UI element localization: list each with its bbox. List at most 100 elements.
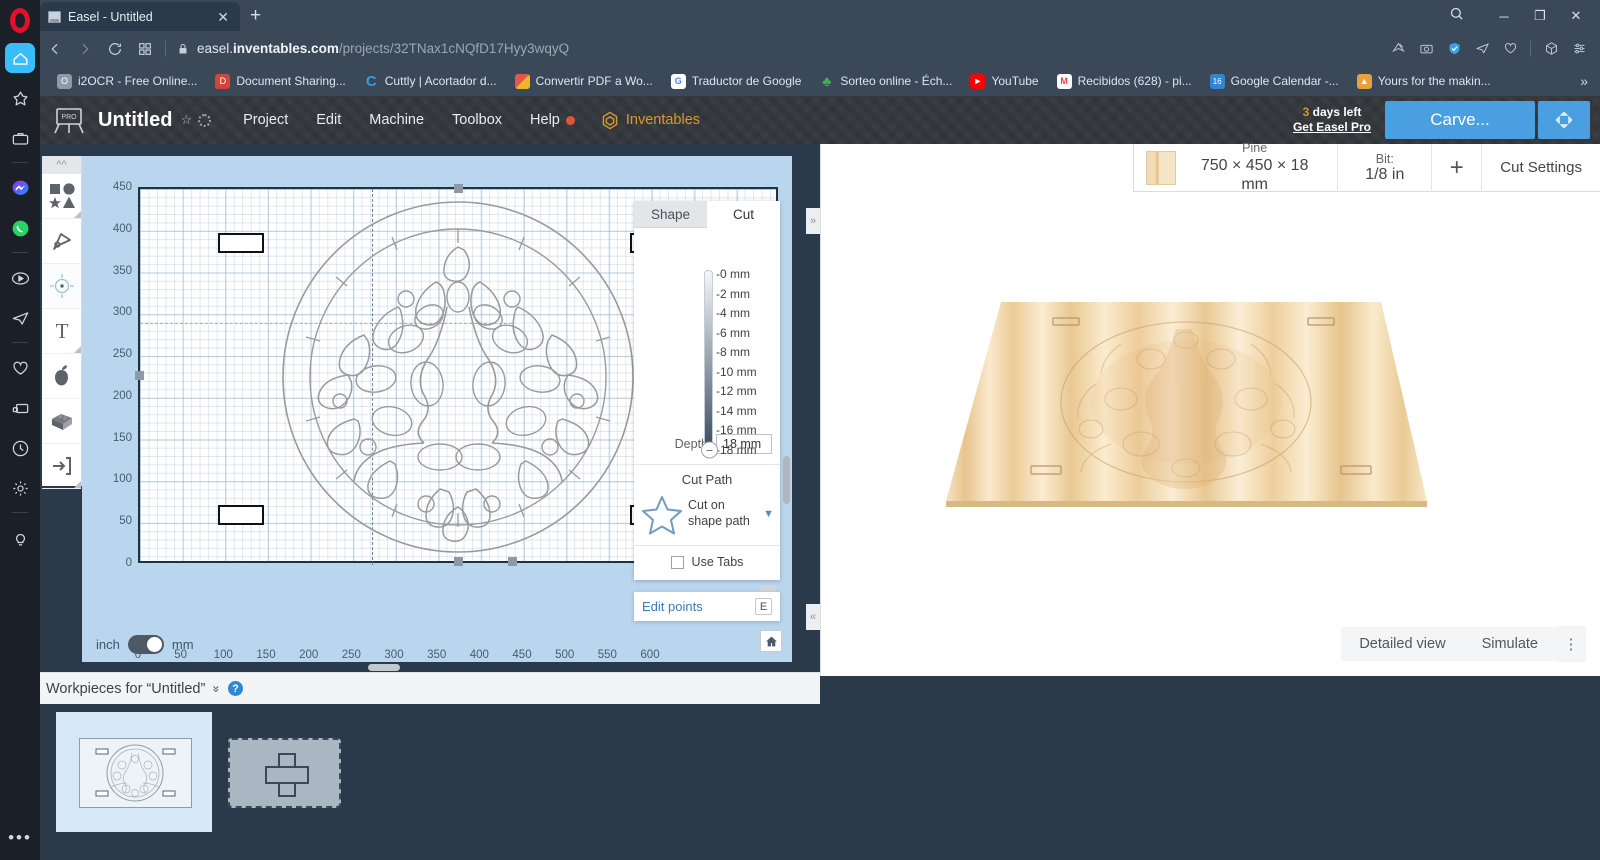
sidebar-cast-icon[interactable] <box>5 393 35 423</box>
get-easel-pro-link[interactable]: Get Easel Pro <box>1293 120 1371 135</box>
heart-icon[interactable] <box>1497 36 1523 62</box>
cut-path-selector[interactable]: Cut on shape path ▼ <box>634 491 780 545</box>
sidebar-home-icon[interactable] <box>5 43 35 73</box>
tab-shape[interactable]: Shape <box>634 201 707 228</box>
text-tool[interactable]: T <box>42 309 81 354</box>
snapshot-icon[interactable] <box>1385 36 1411 62</box>
sidebar-more-button[interactable]: ••• <box>8 829 32 846</box>
sidebar-tips-icon[interactable] <box>5 523 35 553</box>
extensions-cube-icon[interactable] <box>1538 36 1564 62</box>
bookmark-item[interactable]: Oi2OCR - Free Online... <box>48 69 206 93</box>
vpn-shield-icon[interactable] <box>1441 36 1467 62</box>
menu-machine[interactable]: Machine <box>355 112 438 128</box>
bookmark-item[interactable]: ♣ Sorteo online - Éch... <box>810 69 961 93</box>
bookmark-item[interactable]: M Recibidos (628) - pi... <box>1048 69 1201 93</box>
menu-help[interactable]: Help <box>516 112 589 128</box>
tab-close-icon[interactable]: ✕ <box>214 8 232 26</box>
home-icon[interactable] <box>760 630 782 652</box>
edit-points-label: Edit points <box>642 599 703 614</box>
reload-icon[interactable] <box>100 34 130 64</box>
bookmark-item[interactable]: ▲ Yours for the makin... <box>1348 69 1500 93</box>
simulate-button[interactable]: Simulate <box>1463 627 1556 661</box>
favorite-star-icon[interactable]: ☆ <box>180 112 192 128</box>
easy-setup-icon[interactable] <box>1566 36 1592 62</box>
bookmarks-overflow-icon[interactable]: » <box>1580 73 1588 89</box>
preview-expand-button[interactable]: » <box>806 208 820 234</box>
add-bit-button[interactable]: + <box>1432 143 1483 192</box>
import-tool[interactable] <box>42 444 81 489</box>
menu-project[interactable]: Project <box>229 112 302 128</box>
3d-preview-pane[interactable]: Detailed view Simulate ⋮ <box>820 144 1600 676</box>
bookmark-item[interactable]: ► YouTube <box>961 69 1047 93</box>
workpieces-title: Workpieces for “Untitled” <box>46 680 206 697</box>
tool-expand-corner[interactable] <box>74 211 81 218</box>
sidebar-messenger-icon[interactable] <box>5 173 35 203</box>
unit-switch[interactable] <box>127 635 164 654</box>
preview-collapse-button[interactable]: « <box>806 604 820 630</box>
tools-collapse-button[interactable]: ^^ <box>42 156 81 174</box>
sidebar-history-icon[interactable] <box>5 433 35 463</box>
tool-expand-corner[interactable] <box>74 346 81 353</box>
fullscreen-expand-button[interactable] <box>1538 101 1590 139</box>
panel-drag-handle[interactable] <box>368 664 400 671</box>
workpiece-card-add[interactable] <box>228 712 384 832</box>
inventables-link[interactable]: Inventables <box>589 111 712 130</box>
camera-icon[interactable] <box>1413 36 1439 62</box>
tab-cut[interactable]: Cut <box>707 201 780 228</box>
depth-slider[interactable]: -0 mm -2 mm -4 mm -6 mm -8 mm -10 mm -12 mm -14… <box>634 228 780 459</box>
forward-icon[interactable] <box>70 34 100 64</box>
chevron-down-icon[interactable]: ▼ <box>763 508 774 520</box>
bookmark-item[interactable]: D Document Sharing... <box>206 69 354 93</box>
help-icon[interactable]: ? <box>227 681 243 696</box>
tool-expand-corner[interactable] <box>74 481 81 488</box>
depth-slider-knob[interactable]: − <box>701 441 718 459</box>
bookmark-item[interactable]: Convertir PDF a Wo... <box>506 69 662 93</box>
browser-tab-easel[interactable]: Easel - Untitled ✕ <box>40 2 240 31</box>
window-controls[interactable]: ─ ❐ ✕ <box>1486 4 1594 28</box>
sidebar-pinboard-icon[interactable] <box>5 353 35 383</box>
window-close-button[interactable]: ✕ <box>1558 4 1594 28</box>
address-bar[interactable]: easel.inventables.com/projects/32TNax1cN… <box>171 41 1385 56</box>
window-maximize-button[interactable]: ❐ <box>1522 4 1558 28</box>
detailed-view-button[interactable]: Detailed view <box>1341 627 1464 661</box>
shapes-tool[interactable] <box>42 174 81 219</box>
use-tabs-row[interactable]: Use Tabs <box>634 545 780 580</box>
send-icon[interactable] <box>1469 36 1495 62</box>
apps-tool[interactable] <box>42 354 81 399</box>
new-tab-button[interactable]: + <box>250 6 261 25</box>
drill-tool[interactable] <box>42 264 81 309</box>
material-selector[interactable]: Pine 750 × 450 × 18 mm <box>1134 141 1339 193</box>
browser-sidebar[interactable]: ••• <box>0 0 40 860</box>
workpiece-card-1[interactable] <box>56 712 212 832</box>
3d-model-tool[interactable] <box>42 399 81 444</box>
window-minimize-button[interactable]: ─ <box>1486 4 1522 28</box>
tab-search-icon[interactable] <box>1449 6 1464 21</box>
cut-settings-button[interactable]: Cut Settings <box>1482 144 1600 192</box>
sidebar-favorites-icon[interactable] <box>5 83 35 113</box>
canvas-scrollbar-vertical[interactable] <box>783 456 790 504</box>
workpieces-chevron-icon[interactable]: » <box>210 685 224 692</box>
menu-toolbox[interactable]: Toolbox <box>438 112 516 128</box>
sidebar-settings-icon[interactable] <box>5 473 35 503</box>
sidebar-telegram-icon[interactable] <box>5 303 35 333</box>
inspector-scrollbar[interactable] <box>760 585 776 592</box>
pen-tool[interactable] <box>42 219 81 264</box>
sidebar-whatsapp-icon[interactable] <box>5 213 35 243</box>
bookmark-item[interactable]: G Traductor de Google <box>662 69 811 93</box>
preview-menu-icon[interactable]: ⋮ <box>1556 626 1586 662</box>
speed-dial-icon[interactable] <box>130 34 160 64</box>
bookmark-item[interactable]: 16 Google Calendar -... <box>1201 69 1348 93</box>
unit-toggle[interactable]: inch mm <box>96 635 194 654</box>
bit-selector[interactable]: Bit: 1/8 in <box>1338 143 1433 192</box>
page-title[interactable]: Untitled <box>98 109 172 132</box>
edit-points-bar[interactable]: Edit points E <box>634 592 780 621</box>
sidebar-workspaces-icon[interactable] <box>5 123 35 153</box>
carve-button[interactable]: Carve... <box>1385 101 1535 139</box>
use-tabs-checkbox[interactable] <box>670 555 684 569</box>
back-icon[interactable] <box>40 34 70 64</box>
add-workpiece-button[interactable] <box>228 738 341 808</box>
bookmark-item[interactable]: C Cuttly | Acortador d... <box>355 69 506 93</box>
menu-edit[interactable]: Edit <box>302 112 355 128</box>
depth-slider-track[interactable] <box>704 270 713 448</box>
sidebar-player-icon[interactable] <box>5 263 35 293</box>
